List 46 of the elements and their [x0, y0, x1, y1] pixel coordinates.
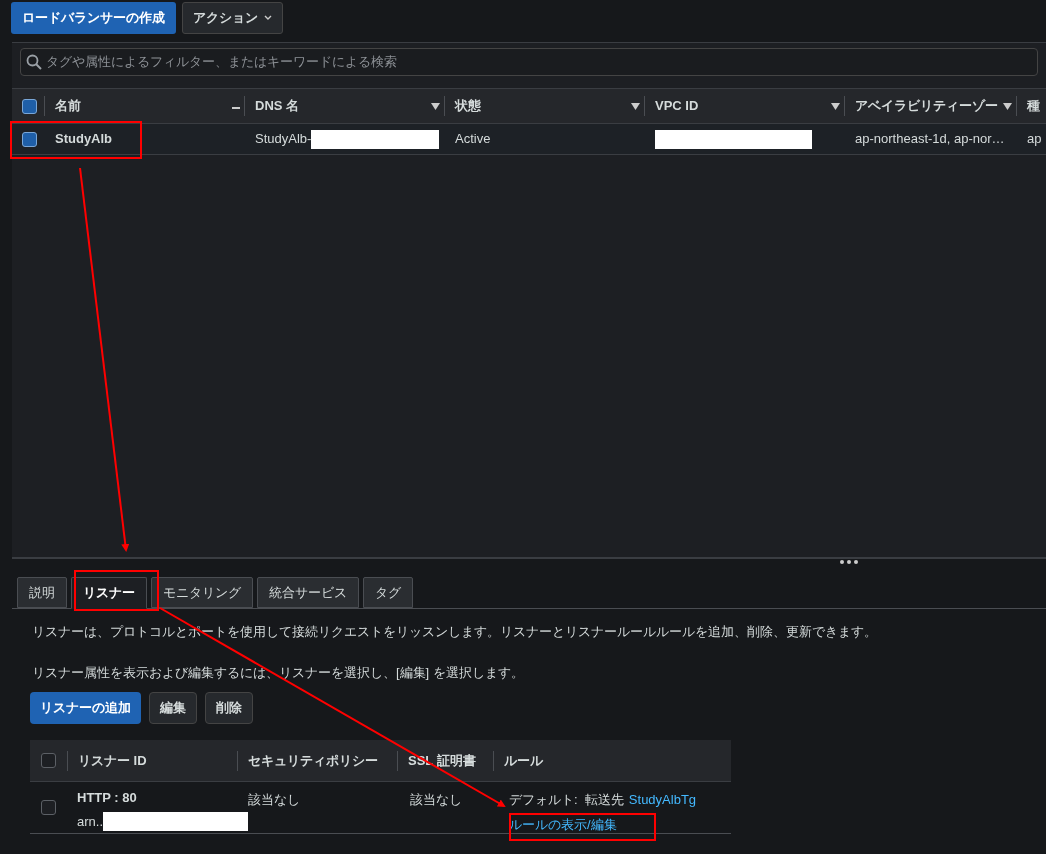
- column-header[interactable]: 状態: [455, 96, 481, 116]
- rule-text: デフォルト: 転送先: [509, 791, 624, 809]
- column-header[interactable]: ルール: [504, 750, 543, 771]
- add-listener-button[interactable]: リスナーの追加: [30, 692, 141, 724]
- action-button[interactable]: 編集: [149, 692, 197, 724]
- table-cell-text: StudyAlb: [55, 130, 113, 149]
- tab[interactable]: タグ: [363, 577, 413, 608]
- search-field[interactable]: タグや属性によるフィルター、またはキーワードによる検索: [20, 48, 1038, 76]
- column-header[interactable]: リスナー ID: [78, 750, 147, 771]
- rules-link[interactable]: ルールの表示/編集: [509, 814, 617, 834]
- sort-icon[interactable]: [431, 102, 440, 110]
- tab[interactable]: リスナー: [71, 577, 147, 609]
- create-button[interactable]: ロードバランサーの作成: [11, 1, 176, 34]
- sort-icon[interactable]: [1003, 102, 1012, 110]
- column-header[interactable]: DNS 名: [255, 96, 300, 116]
- search-input: タグや属性によるフィルター、またはキーワードによる検索: [46, 52, 1032, 72]
- sort-icon[interactable]: [831, 102, 840, 110]
- description-text: リスナー属性を表示および編集するには、リスナーを選択し、[編集] を選択します。: [32, 664, 525, 682]
- listener-protocol: HTTP : 80: [77, 789, 138, 807]
- column-header[interactable]: アベイラビリティーゾー: [855, 96, 998, 116]
- checkbox[interactable]: [21, 131, 37, 147]
- search-icon: [26, 54, 42, 70]
- table-cell-text: StudyAlb-: [255, 130, 312, 149]
- column-header[interactable]: VPC ID: [655, 96, 699, 116]
- table-cell-text: ap: [1027, 130, 1042, 149]
- table-cell-text: Active: [455, 130, 491, 149]
- sort-icon[interactable]: [631, 102, 640, 110]
- column-header[interactable]: 種: [1027, 96, 1040, 116]
- checkbox[interactable]: [41, 800, 56, 815]
- caret-icon: [264, 14, 272, 21]
- target-group-link[interactable]: StudyAlbTg: [628, 790, 697, 810]
- column-header[interactable]: 名前: [55, 96, 81, 116]
- actions-dropdown[interactable]: アクション: [182, 1, 283, 34]
- table-cell: 該当なし: [248, 792, 300, 807]
- checkbox[interactable]: [41, 753, 56, 768]
- resize-handle[interactable]: [840, 560, 858, 564]
- tab[interactable]: モニタリング: [151, 577, 253, 608]
- action-button[interactable]: 削除: [205, 692, 253, 724]
- listener-arn: arn..: [77, 812, 103, 831]
- column-header[interactable]: セキュリティポリシー: [248, 750, 378, 771]
- table-cell: 該当なし: [410, 792, 462, 807]
- checkbox[interactable]: [21, 98, 37, 114]
- tab[interactable]: 説明: [17, 577, 67, 608]
- description-text: リスナーは、プロトコルとポートを使用して接続リクエストをリッスンします。リスナーとリスナールールルールを追加、削除、更新できます。: [32, 623, 878, 641]
- tab[interactable]: 統合サービス: [257, 577, 359, 608]
- table-cell-text: ap-northeast-1d, ap-nor…: [855, 130, 1005, 149]
